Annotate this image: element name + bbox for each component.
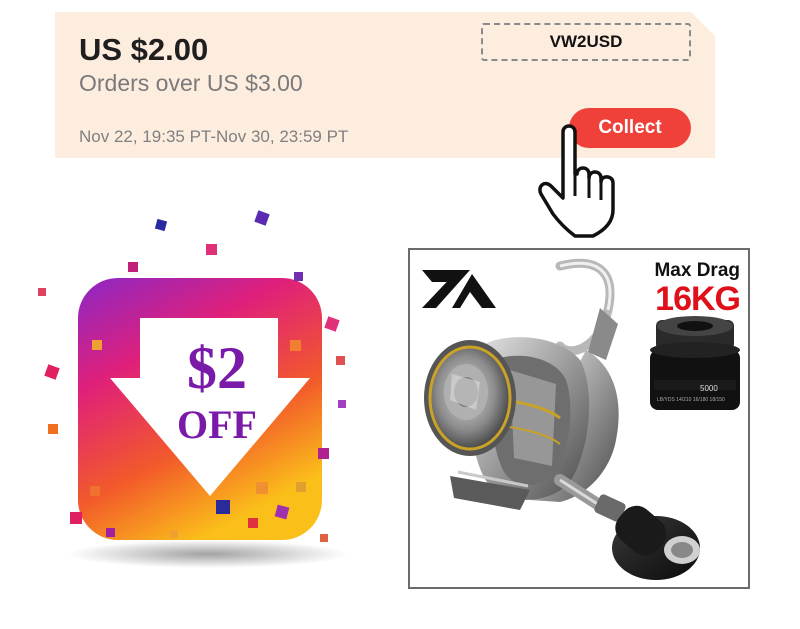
coupon-code[interactable]: VW2USD	[481, 23, 691, 61]
brand-logo-icon	[422, 270, 496, 308]
product-image[interactable]: Max Drag 16KG 5000 LB/YDS 14/210 16/180 …	[408, 248, 750, 589]
max-drag-label: Max Drag	[654, 260, 740, 281]
discount-off-label: OFF	[177, 402, 257, 447]
spare-spool	[650, 316, 740, 410]
spool-size: 5000	[700, 384, 718, 393]
max-drag-value: 16KG	[655, 280, 741, 318]
coupon-condition: Orders over US $3.00	[79, 70, 303, 96]
coupon-validity: Nov 22, 19:35 PT-Nov 30, 23:59 PT	[79, 127, 349, 146]
discount-promo: $2 OFF	[20, 200, 390, 600]
coupon-amount: US $2.00	[79, 32, 209, 67]
hand-pointer-icon	[538, 124, 615, 238]
spool-capacity: LB/YDS 14/210 16/180 18/150	[657, 397, 725, 403]
discount-price: $2	[187, 335, 247, 401]
